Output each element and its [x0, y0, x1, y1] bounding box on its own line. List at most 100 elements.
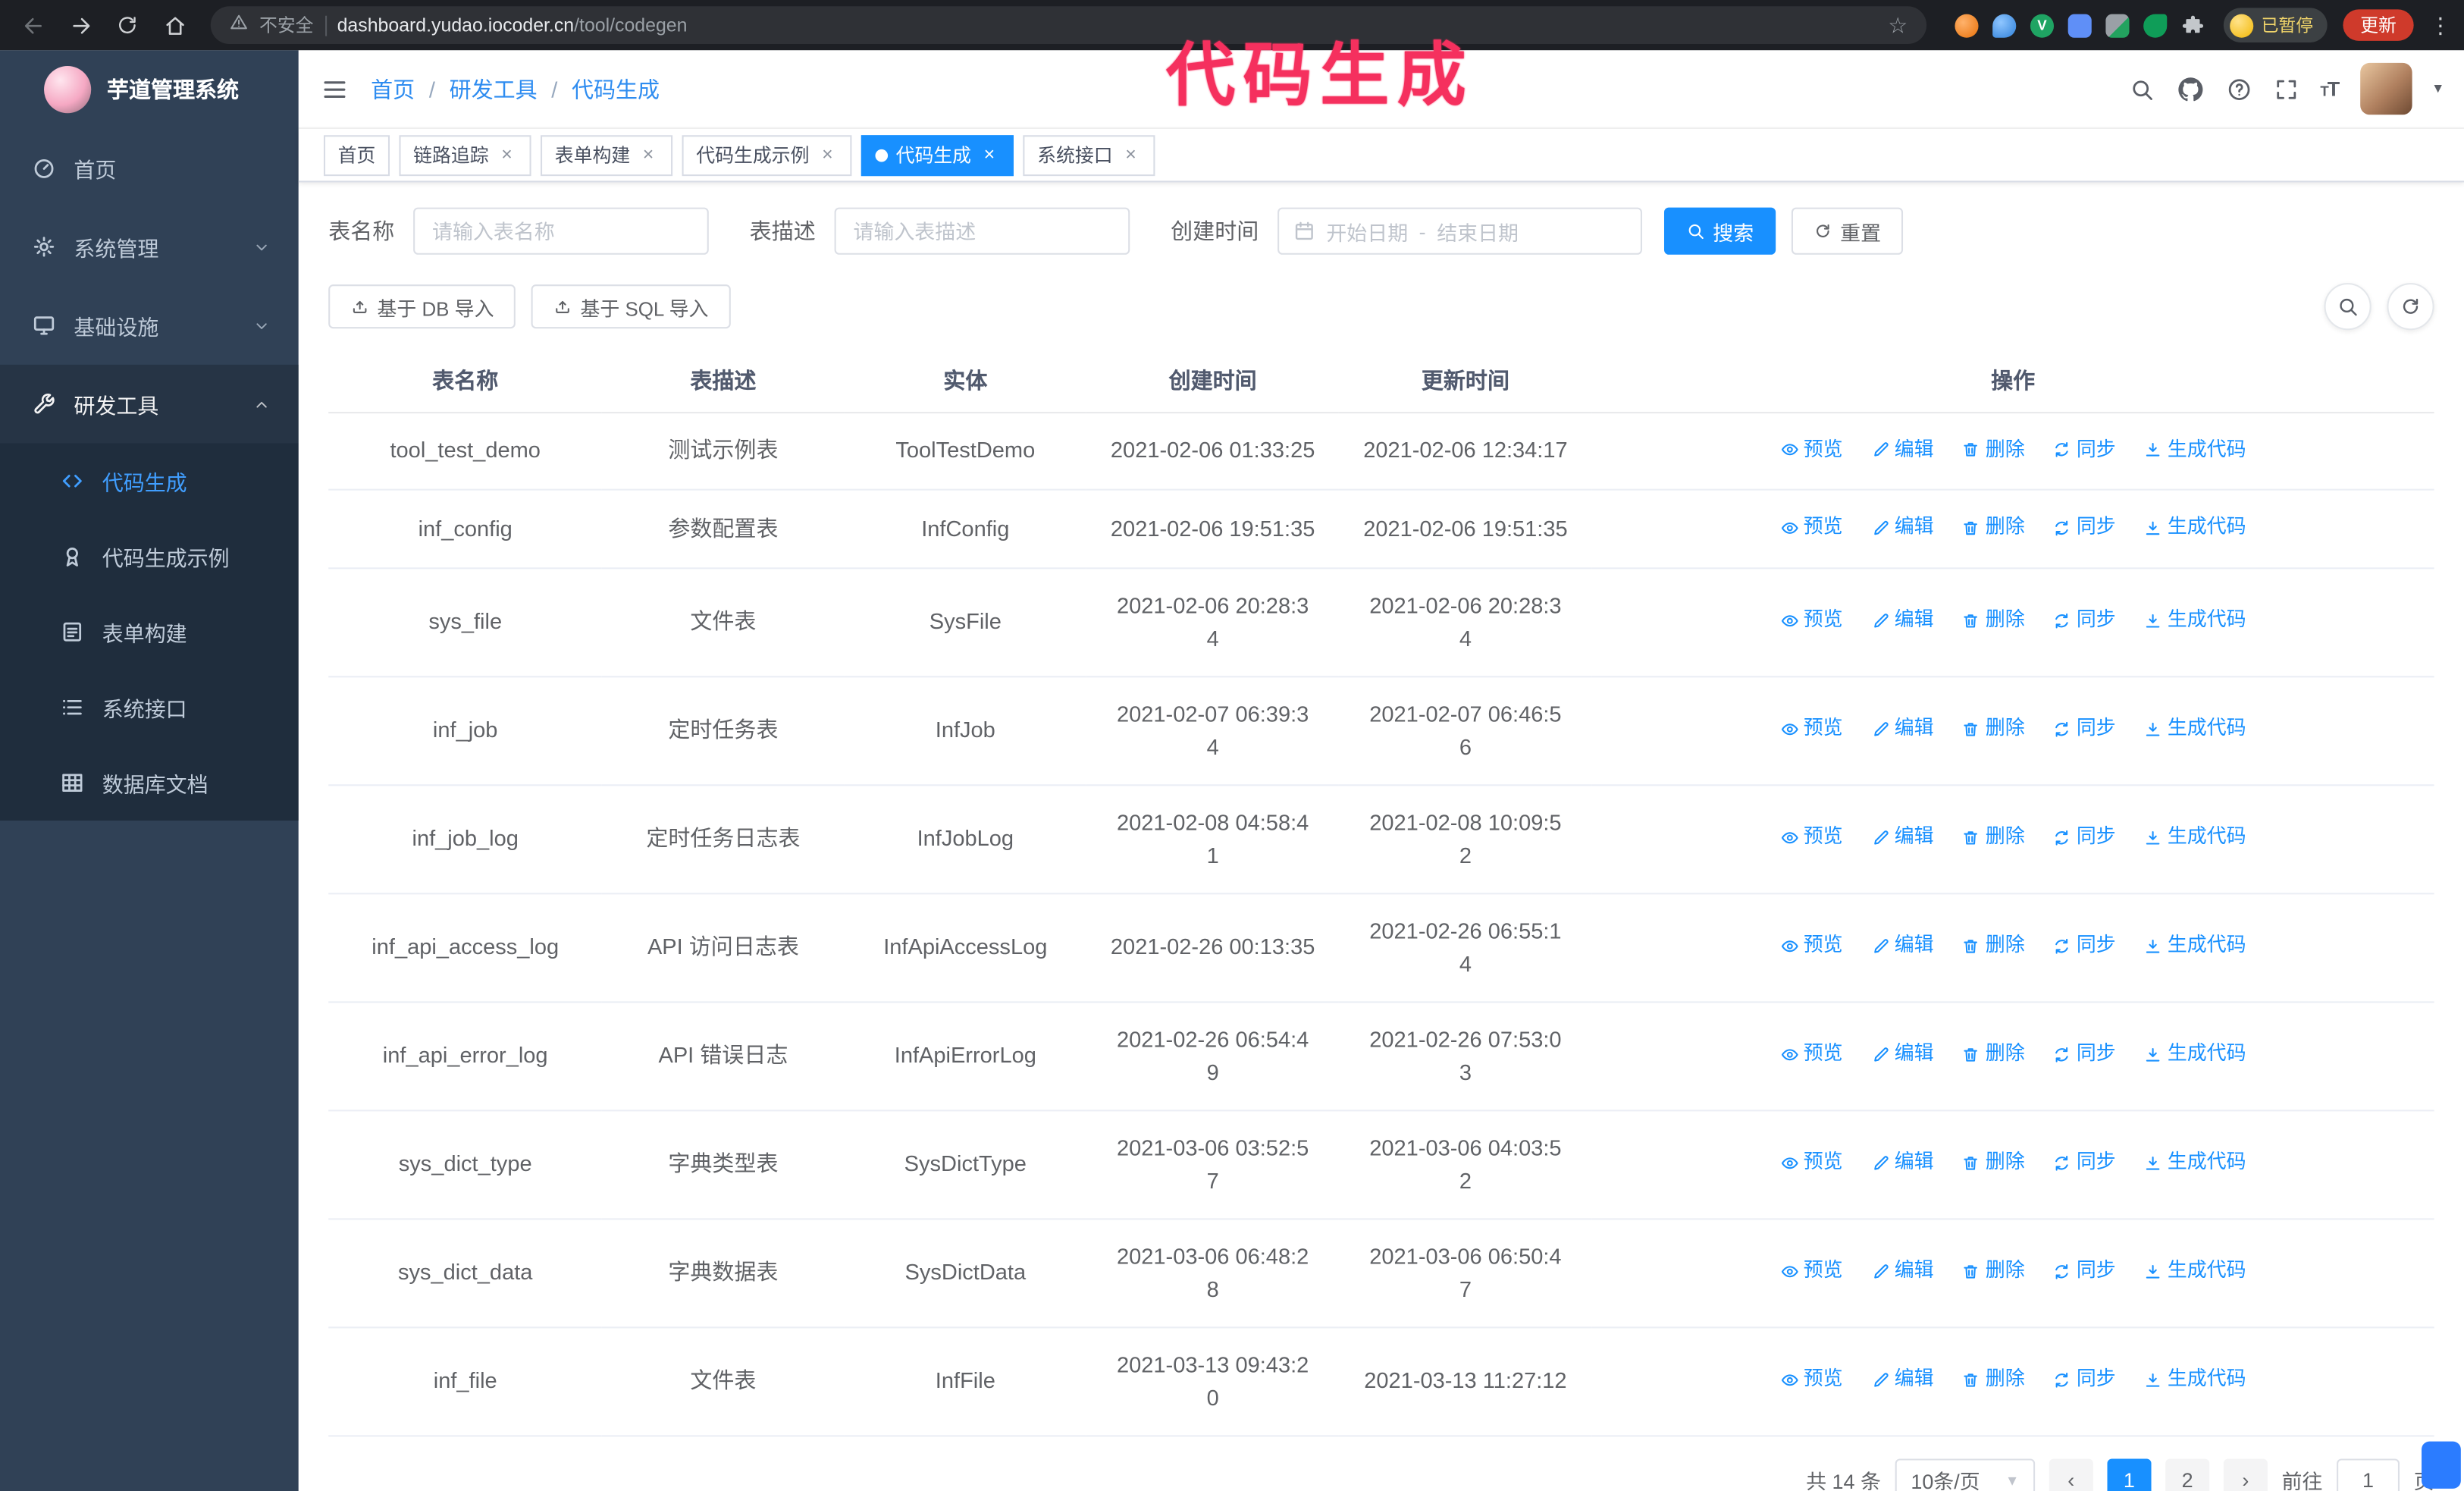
sidebar-item-home[interactable]: 首页 — [0, 129, 299, 208]
page-button-2[interactable]: 2 — [2165, 1458, 2210, 1491]
generate-code-link[interactable]: 生成代码 — [2144, 929, 2246, 962]
sync-link[interactable]: 同步 — [2053, 929, 2116, 962]
sync-link[interactable]: 同步 — [2053, 1364, 2116, 1397]
delete-link[interactable]: 删除 — [1962, 433, 2025, 466]
tab-close-icon[interactable]: × — [979, 145, 999, 165]
import-sql-button[interactable]: 基于 SQL 导入 — [531, 284, 731, 329]
edit-link[interactable]: 编辑 — [1871, 1147, 1934, 1180]
sidebar-item-db-doc[interactable]: 数据库文档 — [0, 745, 299, 820]
delete-link[interactable]: 删除 — [1962, 821, 2025, 854]
sync-link[interactable]: 同步 — [2053, 604, 2116, 637]
preview-link[interactable]: 预览 — [1780, 511, 1843, 545]
delete-link[interactable]: 删除 — [1962, 1255, 2025, 1289]
edit-link[interactable]: 编辑 — [1871, 1364, 1934, 1397]
table-name-input[interactable] — [413, 207, 709, 255]
import-db-button[interactable]: 基于 DB 导入 — [328, 284, 516, 329]
tab-form-builder[interactable]: 表单构建 × — [541, 134, 673, 176]
prev-page-button[interactable]: ‹ — [2049, 1458, 2093, 1491]
tab-close-icon[interactable]: × — [817, 145, 838, 165]
preview-link[interactable]: 预览 — [1780, 1255, 1843, 1289]
table-desc-input[interactable] — [834, 207, 1130, 255]
generate-code-link[interactable]: 生成代码 — [2144, 604, 2246, 637]
breadcrumb-devtools[interactable]: 研发工具 — [450, 73, 538, 104]
help-icon[interactable] — [2226, 77, 2251, 102]
tab-codegen[interactable]: 代码生成 × — [861, 134, 1014, 176]
extension-icon-4[interactable] — [2067, 13, 2092, 37]
browser-reload-button[interactable] — [107, 6, 148, 44]
generate-code-link[interactable]: 生成代码 — [2144, 1255, 2246, 1289]
generate-code-link[interactable]: 生成代码 — [2144, 511, 2246, 545]
generate-code-link[interactable]: 生成代码 — [2144, 712, 2246, 746]
refresh-table-button[interactable] — [2387, 283, 2434, 331]
sync-link[interactable]: 同步 — [2053, 433, 2116, 466]
delete-link[interactable]: 删除 — [1962, 929, 2025, 962]
search-button[interactable]: 搜索 — [1663, 207, 1776, 255]
browser-forward-button[interactable] — [60, 6, 101, 44]
edit-link[interactable]: 编辑 — [1871, 712, 1934, 746]
preview-link[interactable]: 预览 — [1780, 1147, 1843, 1180]
sidebar-item-codegen-demo[interactable]: 代码生成示例 — [0, 519, 299, 594]
delete-link[interactable]: 删除 — [1962, 1038, 2025, 1072]
generate-code-link[interactable]: 生成代码 — [2144, 1147, 2246, 1180]
browser-back-button[interactable] — [13, 6, 54, 44]
hamburger-icon[interactable] — [299, 74, 371, 102]
page-button-1[interactable]: 1 — [2107, 1458, 2152, 1491]
sync-link[interactable]: 同步 — [2053, 712, 2116, 746]
sidebar-item-devtools[interactable]: 研发工具 — [0, 364, 299, 444]
address-bar[interactable]: 不安全 dashboard.yudao.iocoder.cn/tool/code… — [210, 6, 1927, 45]
generate-code-link[interactable]: 生成代码 — [2144, 1364, 2246, 1397]
extension-icon-3[interactable]: V — [2030, 13, 2055, 37]
tab-codegen-demo[interactable]: 代码生成示例 × — [682, 134, 852, 176]
tab-api[interactable]: 系统接口 × — [1023, 134, 1155, 176]
preview-link[interactable]: 预览 — [1780, 604, 1843, 637]
preview-link[interactable]: 预览 — [1780, 821, 1843, 854]
preview-link[interactable]: 预览 — [1780, 1364, 1843, 1397]
tab-tracing[interactable]: 链路追踪 × — [399, 134, 531, 176]
extension-icon-1[interactable] — [1955, 13, 1979, 37]
extensions-puzzle-icon[interactable] — [2181, 14, 2205, 37]
preview-link[interactable]: 预览 — [1780, 929, 1843, 962]
delete-link[interactable]: 删除 — [1962, 604, 2025, 637]
preview-link[interactable]: 预览 — [1780, 433, 1843, 466]
sync-link[interactable]: 同步 — [2053, 1255, 2116, 1289]
generate-code-link[interactable]: 生成代码 — [2144, 821, 2246, 854]
sidebar-item-api[interactable]: 系统接口 — [0, 670, 299, 745]
bookmark-star-icon[interactable]: ☆ — [1888, 12, 1908, 39]
next-page-button[interactable]: › — [2223, 1458, 2268, 1491]
sync-link[interactable]: 同步 — [2053, 1147, 2116, 1180]
tab-close-icon[interactable]: × — [497, 145, 517, 165]
browser-profile-chip[interactable]: 已暂停 — [2223, 8, 2328, 42]
github-icon[interactable] — [2176, 74, 2204, 102]
preview-link[interactable]: 预览 — [1780, 1038, 1843, 1072]
edit-link[interactable]: 编辑 — [1871, 929, 1934, 962]
edit-link[interactable]: 编辑 — [1871, 1038, 1934, 1072]
extension-icon-2[interactable] — [1992, 13, 2017, 37]
reset-button[interactable]: 重置 — [1791, 207, 1904, 255]
tab-close-icon[interactable]: × — [638, 145, 659, 165]
edit-link[interactable]: 编辑 — [1871, 511, 1934, 545]
toggle-search-button[interactable] — [2324, 283, 2372, 331]
generate-code-link[interactable]: 生成代码 — [2144, 433, 2246, 466]
edit-link[interactable]: 编辑 — [1871, 604, 1934, 637]
sidebar-item-system[interactable]: 系统管理 — [0, 208, 299, 287]
page-size-select[interactable]: 10条/页 ▼ — [1895, 1458, 2036, 1491]
tab-close-icon[interactable]: × — [1121, 145, 1141, 165]
browser-update-button[interactable]: 更新 — [2343, 9, 2414, 41]
edit-link[interactable]: 编辑 — [1871, 433, 1934, 466]
date-range-picker[interactable]: 开始日期 - 结束日期 — [1277, 207, 1642, 255]
delete-link[interactable]: 删除 — [1962, 712, 2025, 746]
browser-home-button[interactable] — [154, 6, 195, 44]
font-size-icon[interactable]: TT — [2320, 77, 2340, 101]
extension-icon-5[interactable] — [2105, 13, 2130, 37]
generate-code-link[interactable]: 生成代码 — [2144, 1038, 2246, 1072]
edit-link[interactable]: 编辑 — [1871, 821, 1934, 854]
sidebar-item-codegen[interactable]: 代码生成 — [0, 444, 299, 519]
goto-page-input[interactable] — [2337, 1458, 2400, 1491]
corner-widget[interactable] — [2422, 1441, 2461, 1489]
search-icon[interactable] — [2129, 77, 2154, 102]
avatar-caret-icon[interactable]: ▾ — [2434, 80, 2442, 98]
delete-link[interactable]: 删除 — [1962, 1147, 2025, 1180]
user-avatar[interactable] — [2360, 62, 2412, 115]
security-warning-icon[interactable] — [230, 11, 249, 39]
browser-menu-icon[interactable]: ⋮ — [2429, 12, 2451, 39]
